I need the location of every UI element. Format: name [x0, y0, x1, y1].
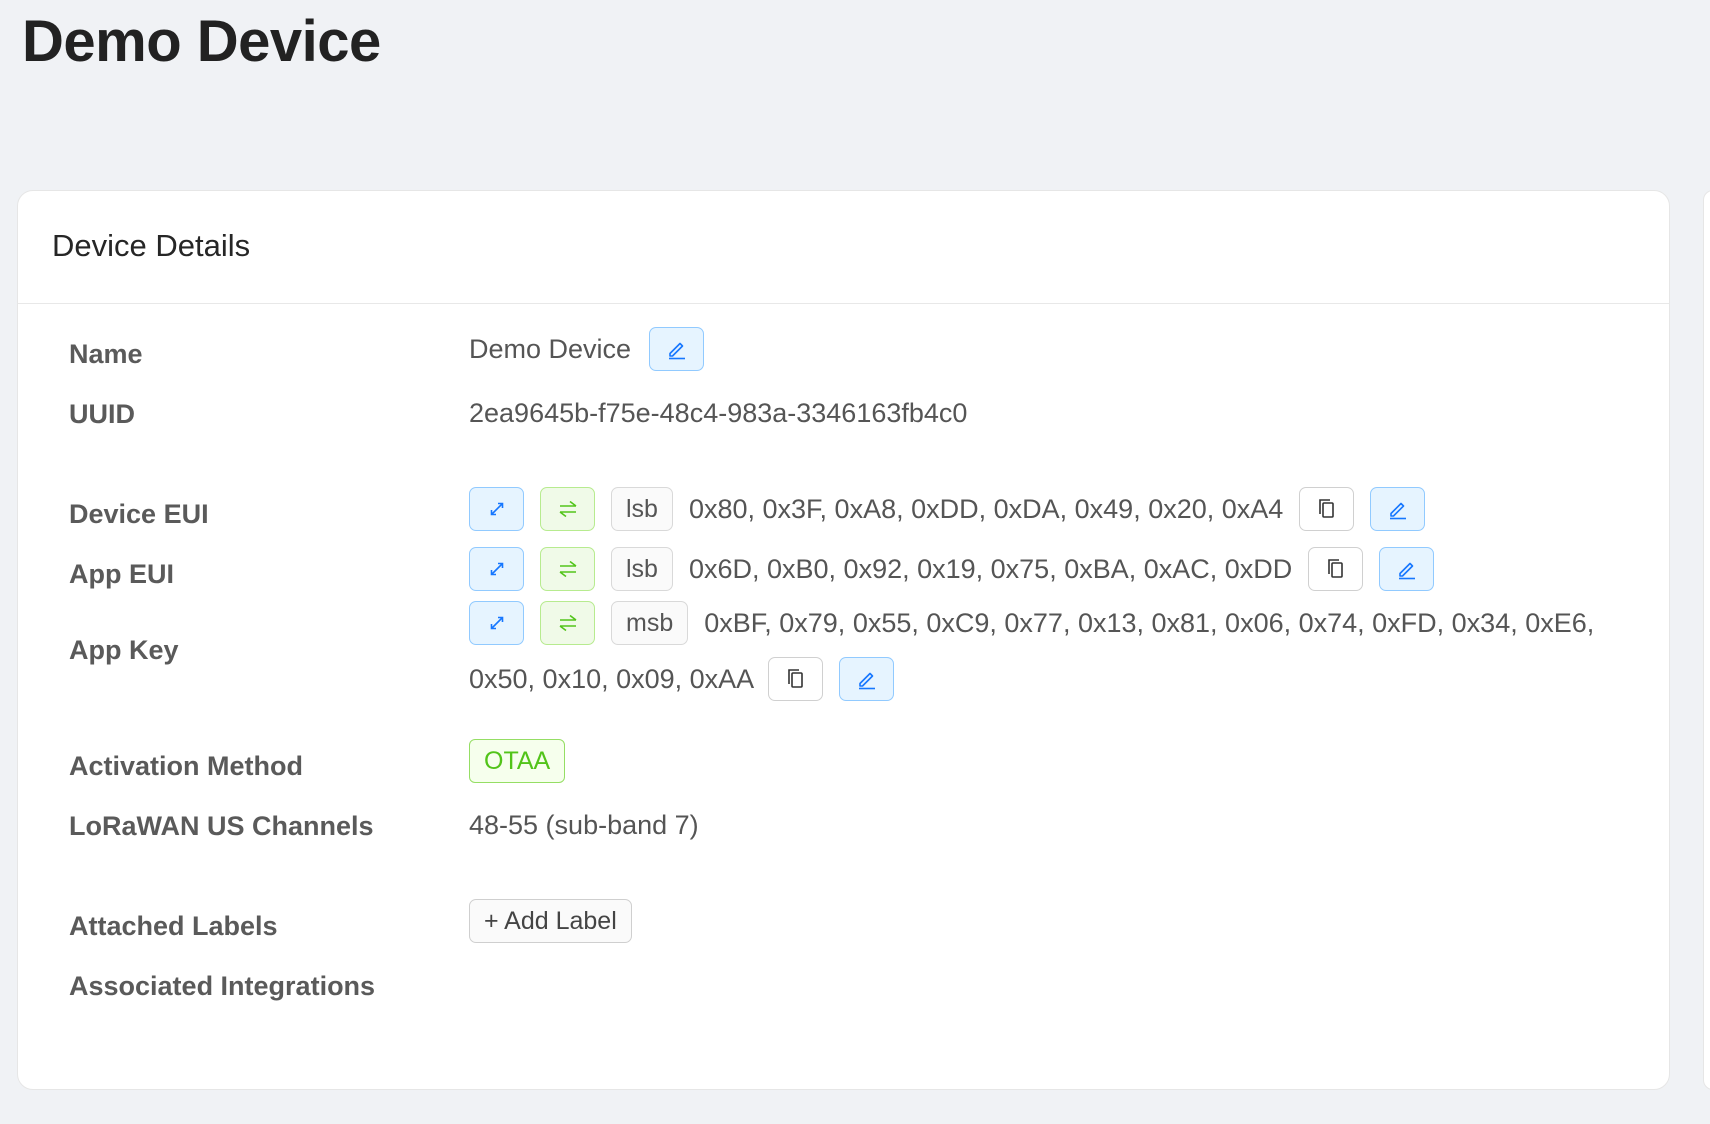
app-key-value-line1: 0xBF, 0x79, 0x55, 0xC9, 0x77, 0x13, 0x81…	[704, 607, 1595, 638]
edit-app-key-button[interactable]	[839, 657, 895, 701]
copy-icon	[1318, 499, 1334, 518]
name-value-row: Demo Device	[469, 327, 705, 371]
edit-device-eui-button[interactable]	[1370, 487, 1426, 531]
edit-name-button[interactable]	[649, 327, 705, 371]
expand-app-key-button[interactable]	[469, 601, 524, 645]
device-eui-label: Device EUI	[69, 499, 209, 529]
add-label-button[interactable]: + Add Label	[469, 899, 632, 943]
edit-app-eui-button[interactable]	[1379, 547, 1435, 591]
expand-app-eui-button[interactable]	[469, 547, 524, 591]
app-eui-label: App EUI	[69, 559, 174, 589]
card-title: Device Details	[52, 228, 251, 263]
expand-arrows-icon	[490, 502, 503, 516]
swap-arrows-icon	[559, 560, 576, 578]
attached-labels-value-row: + Add Label	[469, 899, 632, 943]
activation-method-value-row: OTAA	[469, 739, 566, 783]
copy-icon	[787, 669, 803, 688]
expand-arrows-icon	[490, 616, 503, 630]
swap-app-eui-button[interactable]	[540, 547, 595, 591]
app-key-value-row-2: 0x50, 0x10, 0x09, 0xAA	[469, 657, 895, 701]
adjacent-card-edge	[1703, 190, 1710, 1090]
swap-app-key-button[interactable]	[540, 601, 595, 645]
activation-method-label: Activation Method	[69, 751, 303, 781]
name-value: Demo Device	[469, 333, 632, 364]
expand-arrows-icon	[490, 562, 503, 576]
lorawan-channels-value-row: 48-55 (sub-band 7)	[469, 807, 699, 843]
copy-icon	[1327, 559, 1343, 578]
copy-app-eui-button[interactable]	[1308, 547, 1364, 591]
app-key-label: App Key	[69, 635, 179, 665]
lorawan-channels-value: 48-55 (sub-band 7)	[469, 809, 699, 840]
byte-order-app-key-button[interactable]: msb	[611, 601, 689, 645]
app-key-value-line2: 0x50, 0x10, 0x09, 0xAA	[469, 663, 755, 694]
swap-arrows-icon	[559, 500, 576, 518]
byte-order-app-eui-button[interactable]: lsb	[611, 547, 673, 591]
device-eui-value-row: lsb 0x80, 0x3F, 0xA8, 0xDD, 0xDA, 0x49, …	[469, 487, 1426, 531]
byte-order-device-eui-button[interactable]: lsb	[611, 487, 673, 531]
expand-device-eui-button[interactable]	[469, 487, 524, 531]
app-eui-value: 0x6D, 0xB0, 0x92, 0x19, 0x75, 0xBA, 0xAC…	[688, 553, 1293, 584]
device-eui-value: 0x80, 0x3F, 0xA8, 0xDD, 0xDA, 0x49, 0x20…	[688, 493, 1284, 524]
card-header: Device Details	[18, 191, 1669, 304]
page-title: Demo Device	[22, 9, 381, 74]
edit-pencil-icon	[668, 342, 685, 360]
uuid-value-row: 2ea9645b-f75e-48c4-983a-3346163fb4c0	[469, 395, 967, 431]
lorawan-channels-label: LoRaWAN US Channels	[69, 811, 374, 841]
uuid-value: 2ea9645b-f75e-48c4-983a-3346163fb4c0	[469, 397, 968, 428]
copy-device-eui-button[interactable]	[1299, 487, 1355, 531]
uuid-label: UUID	[69, 399, 135, 429]
associated-integrations-label: Associated Integrations	[69, 971, 376, 1001]
edit-pencil-icon	[1398, 562, 1415, 580]
swap-device-eui-button[interactable]	[540, 487, 595, 531]
app-key-value-row: msb 0xBF, 0x79, 0x55, 0xC9, 0x77, 0x13, …	[469, 601, 1594, 645]
attached-labels-label: Attached Labels	[69, 911, 278, 941]
swap-arrows-icon	[559, 614, 576, 632]
device-details-card: Device Details Name Demo Device UUID 2ea…	[17, 190, 1670, 1090]
edit-pencil-icon	[858, 672, 875, 690]
edit-pencil-icon	[1389, 502, 1406, 520]
name-label: Name	[69, 339, 143, 369]
activation-method-tag: OTAA	[469, 739, 566, 783]
copy-app-key-button[interactable]	[768, 657, 824, 701]
app-eui-value-row: lsb 0x6D, 0xB0, 0x92, 0x19, 0x75, 0xBA, …	[469, 547, 1435, 591]
